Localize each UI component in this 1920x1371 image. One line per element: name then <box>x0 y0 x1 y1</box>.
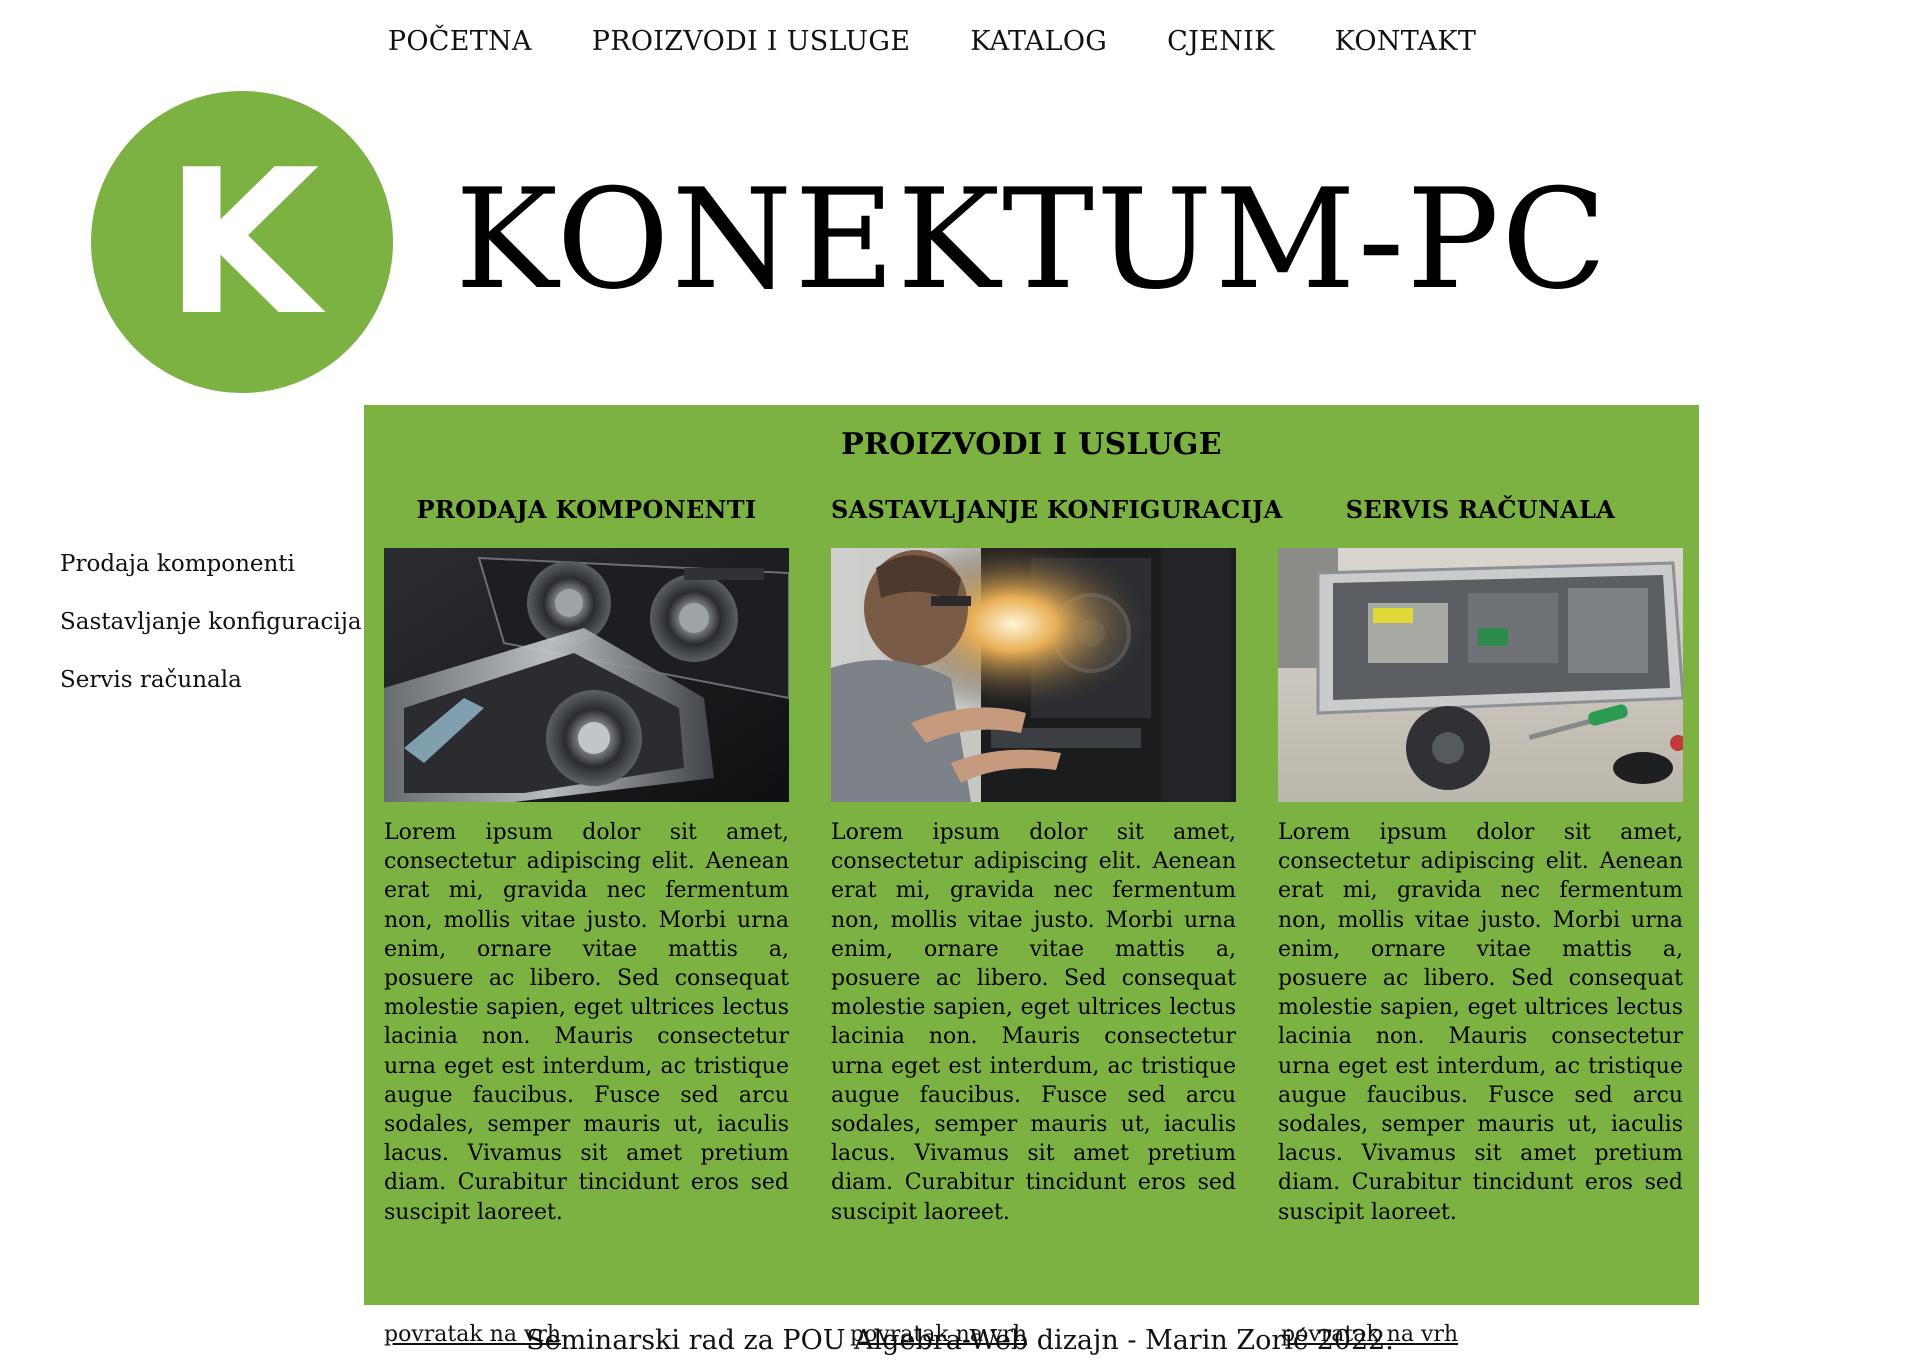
nav-item-kontakt[interactable]: KONTAKT <box>1335 20 1477 64</box>
brand-title: KONEKTUM-PC <box>455 159 1609 320</box>
technician-assembling-pc-illustration <box>831 548 1236 802</box>
logo-letter: K <box>164 127 320 360</box>
nav-item-katalog[interactable]: KATALOG <box>970 20 1107 64</box>
technician-assembling-pc-image <box>831 548 1236 802</box>
column-text: Lorem ipsum dolor sit amet, consectetur … <box>831 820 1236 1225</box>
sidebar: Prodaja komponenti Sastavljanje konfigur… <box>60 546 362 720</box>
column-heading: SASTAVLJANJE KONFIGURACIJA <box>831 495 1283 524</box>
graphics-cards-illustration <box>384 548 789 802</box>
footer-credit: Seminarski rad za POU Algebra-Web dizajn… <box>526 1325 1394 1356</box>
service-column-prodaja: PRODAJA KOMPONENTI Lorem ipsum dolor sit… <box>384 490 789 1347</box>
graphics-cards-image <box>384 548 789 802</box>
nav-item-cjenik[interactable]: CJENIK <box>1167 20 1274 64</box>
opened-computer-repair-illustration <box>1278 548 1683 802</box>
nav-item-pocetna[interactable]: POČETNA <box>388 20 532 64</box>
sidebar-item-prodaja-komponenti[interactable]: Prodaja komponenti <box>60 546 360 604</box>
section-title: PROIZVODI I USLUGE <box>841 427 1222 462</box>
service-column-sastavljanje: SASTAVLJANJE KONFIGURACIJA Lorem ipsum d… <box>831 490 1283 1347</box>
nav-item-proizvodi-i-usluge[interactable]: PROIZVODI I USLUGE <box>592 20 911 64</box>
column-text: Lorem ipsum dolor sit amet, consectetur … <box>384 820 789 1225</box>
opened-computer-repair-image <box>1278 548 1683 802</box>
main-section: PROIZVODI I USLUGE PRODAJA KOMPONENTI Lo… <box>364 405 1699 1347</box>
column-heading: SERVIS RAČUNALA <box>1345 495 1616 524</box>
sidebar-item-sastavljanje-konfiguracija[interactable]: Sastavljanje konfiguracija <box>60 604 362 662</box>
sidebar-item-servis-racunala[interactable]: Servis računala <box>60 662 360 720</box>
column-heading: PRODAJA KOMPONENTI <box>416 495 757 524</box>
service-column-servis: SERVIS RAČUNALA Lorem ipsum dolor sit am… <box>1278 490 1683 1347</box>
top-nav: POČETNA PROIZVODI I USLUGE KATALOG CJENI… <box>0 20 1920 64</box>
logo: K <box>91 91 393 393</box>
column-text: Lorem ipsum dolor sit amet, consectetur … <box>1278 820 1683 1225</box>
